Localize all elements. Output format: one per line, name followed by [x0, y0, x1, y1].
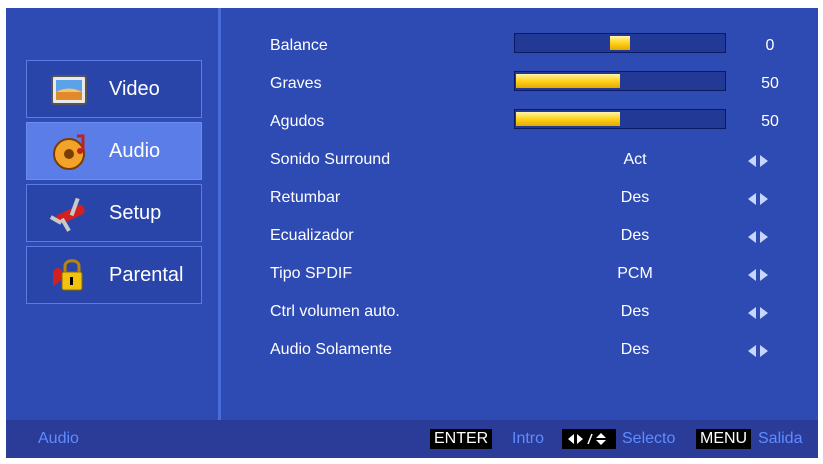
- audio-icon: [53, 134, 85, 170]
- setting-value: 0: [765, 37, 775, 54]
- setting-sonido-surround[interactable]: Sonido Surround Act: [270, 142, 810, 178]
- setting-label: Agudos: [270, 113, 325, 130]
- footer-title: Audio: [38, 430, 79, 447]
- setting-ctrl-volumen-auto[interactable]: Ctrl volumen auto. Des: [270, 294, 810, 330]
- divider: [218, 8, 221, 420]
- sidebar-item-audio[interactable]: Audio: [26, 122, 202, 180]
- sidebar-item-label: Audio: [109, 140, 161, 162]
- setting-label: Sonido Surround: [270, 151, 391, 168]
- setting-value: 50: [761, 113, 779, 130]
- setting-label: Ctrl volumen auto.: [270, 303, 400, 320]
- sidebar: Video Audio Setup Parental: [6, 8, 218, 420]
- navigation-arrows-icon: [568, 433, 606, 445]
- sidebar-item-video[interactable]: Video: [26, 60, 202, 118]
- setting-value: Des: [620, 341, 650, 358]
- setting-label: Balance: [270, 37, 328, 54]
- graves-slider-fill: [516, 74, 620, 88]
- sidebar-item-label: Video: [109, 78, 160, 100]
- menu-key-hint: MENU: [696, 429, 752, 449]
- setting-value: PCM: [617, 265, 653, 282]
- setting-ecualizador[interactable]: Ecualizador Des: [270, 218, 810, 254]
- setting-tipo-spdif[interactable]: Tipo SPDIF PCM: [270, 256, 810, 292]
- enter-key-hint: ENTER: [430, 429, 493, 449]
- setting-balance[interactable]: Balance 0: [270, 28, 810, 64]
- menu-key-label: Salida: [758, 430, 803, 447]
- setting-agudos[interactable]: Agudos 50: [270, 104, 810, 140]
- select-key-label: Selecto: [622, 430, 676, 447]
- balance-slider[interactable]: [514, 33, 726, 53]
- setup-icon: [49, 197, 85, 232]
- setting-label: Tipo SPDIF: [270, 265, 353, 282]
- left-right-arrows-icon[interactable]: [748, 345, 768, 357]
- sidebar-item-label: Setup: [109, 202, 162, 224]
- enter-key-label: Intro: [512, 430, 545, 447]
- audio-menu-screen: Video Audio Setup Parental Balance 0 Gra…: [6, 8, 818, 458]
- setting-value: Des: [620, 189, 650, 206]
- balance-slider-indicator: [610, 36, 630, 50]
- setting-value: Des: [620, 303, 650, 320]
- setting-value: Act: [623, 151, 647, 168]
- left-right-arrows-icon[interactable]: [748, 193, 768, 205]
- setting-audio-solamente[interactable]: Audio Solamente Des: [270, 332, 810, 368]
- sidebar-item-parental[interactable]: Parental: [26, 246, 202, 304]
- setting-retumbar[interactable]: Retumbar Des: [270, 180, 810, 216]
- setting-label: Graves: [270, 75, 322, 92]
- left-right-arrows-icon[interactable]: [748, 155, 768, 167]
- setting-value: Des: [620, 227, 650, 244]
- left-right-arrows-icon[interactable]: [748, 269, 768, 281]
- footer-bar: Audio ENTER Intro Selecto MENU Salida: [6, 420, 818, 458]
- video-icon: [51, 75, 87, 105]
- left-right-arrows-icon[interactable]: [748, 307, 768, 319]
- agudos-slider[interactable]: [514, 109, 726, 129]
- sidebar-item-setup[interactable]: Setup: [26, 184, 202, 242]
- setting-label: Retumbar: [270, 189, 341, 206]
- setting-label: Audio Solamente: [270, 341, 392, 358]
- left-right-arrows-icon[interactable]: [748, 231, 768, 243]
- setting-graves[interactable]: Graves 50: [270, 66, 810, 102]
- parental-lock-icon: [53, 259, 83, 291]
- agudos-slider-fill: [516, 112, 620, 126]
- setting-label: Ecualizador: [270, 227, 354, 244]
- sidebar-item-label: Parental: [109, 264, 184, 286]
- setting-value: 50: [761, 75, 779, 92]
- select-key-hint: [562, 429, 616, 449]
- graves-slider[interactable]: [514, 71, 726, 91]
